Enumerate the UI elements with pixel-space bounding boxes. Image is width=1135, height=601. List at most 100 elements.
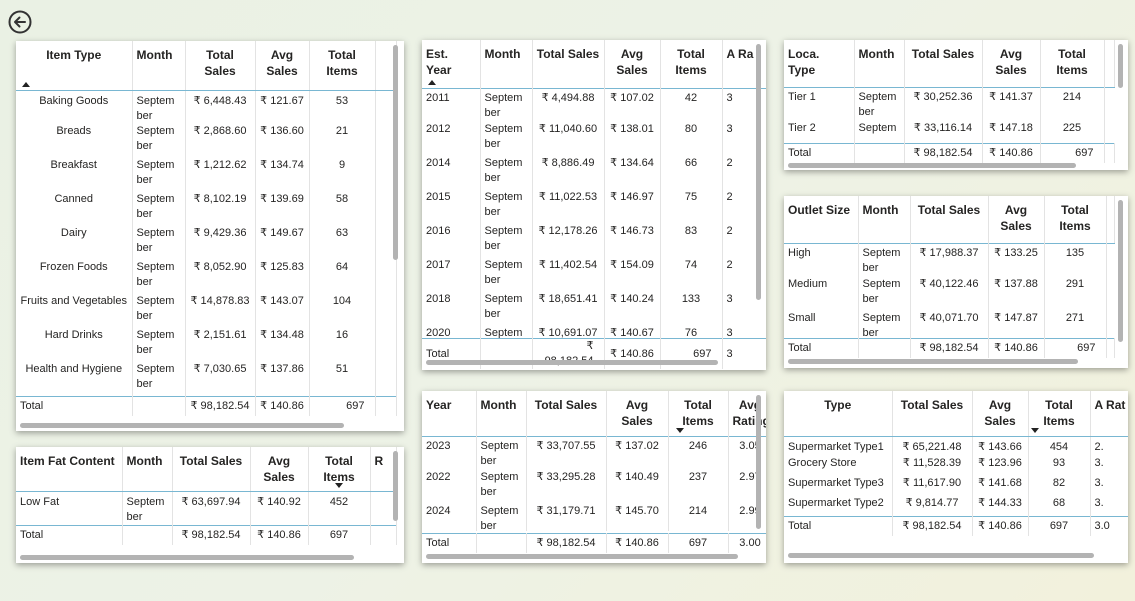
table-row[interactable]: Dairy Septem ber ₹ 9,429.36 ₹ 149.67 63 [16,226,397,260]
table-row[interactable]: 2016 Septem ber ₹ 12,178.26 ₹ 146.73 83 2 [422,224,762,258]
table-row[interactable]: 2012 Septem ber ₹ 11,040.60 ₹ 138.01 80 3 [422,122,762,156]
total-row[interactable]: Total ₹ 98,182.54 ₹ 140.86 697 [16,524,397,545]
col-header-total-items[interactable]: Total Items [1040,40,1105,88]
table-row[interactable]: Tier 2 Septem ₹ 33,116.14 ₹ 147.18 225 [784,121,1114,143]
table-row[interactable]: High Septem ber ₹ 17,988.37 ₹ 133.25 135 [784,243,1114,277]
table-row[interactable]: 2020 Septem ₹ 10,691.07 ₹ 140.67 76 3 [422,326,762,338]
col-header-total-items[interactable]: Total Items [668,391,729,437]
outlet-size-body-viewport[interactable]: High Septem ber ₹ 17,988.37 ₹ 133.25 135 Medi… [784,243,1114,338]
col-header-year[interactable]: Year [422,391,477,437]
table-row[interactable]: Medium Septem ber ₹ 40,122.46 ₹ 137.88 291 [784,277,1114,311]
table-row[interactable]: Supermarket Type3 ₹ 11,617.90 ₹ 141.68 82 3. [784,476,1128,496]
horizontal-scrollbar[interactable] [788,359,1078,364]
total-row[interactable]: Total ₹ 98,182.54 ₹ 140.86 697 [784,143,1115,163]
table-row[interactable]: Health and Hygiene Septem ber ₹ 7,030.65 ₹ … [16,362,397,396]
col-header-total-sales[interactable]: Total Sales [532,40,605,89]
table-row[interactable]: Baking Goods Septem ber ₹ 6,448.43 ₹ 121.67… [16,90,397,124]
total-row[interactable]: Total ₹ 98,182.54 ₹ 140.86 697 [16,395,397,416]
col-header-total-items[interactable]: Total Items [660,40,723,89]
table-row[interactable]: 2023 Septem ber ₹ 33,707.55 ₹ 137.02 246 3.05 [422,436,762,470]
table-row[interactable]: 2011 Septem ber ₹ 4,494.88 ₹ 107.02 42 3 [422,88,762,122]
col-header-est-year[interactable]: Est. Year [422,40,481,89]
col-header-avg-sales[interactable]: Avg Sales [988,196,1045,244]
table-row[interactable]: Hard Drinks Septem ber ₹ 2,151.61 ₹ 134.48 1… [16,328,397,362]
sort-ascending-icon[interactable] [428,79,436,85]
col-header-month[interactable]: Month [122,447,173,492]
table-row[interactable]: Small Septem ber ₹ 40,071.70 ₹ 147.87 271 [784,311,1114,338]
table-row[interactable]: Tier 1 Septem ber ₹ 30,252.36 ₹ 141.37 214 [784,87,1114,121]
table-row[interactable]: 2014 Septem ber ₹ 8,886.49 ₹ 134.64 66 2 [422,156,762,190]
table-row[interactable]: Supermarket Type1 ₹ 65,221.48 ₹ 143.66 454 2… [784,436,1128,456]
vertical-scrollbar[interactable] [756,44,761,300]
table-row[interactable]: 2018 Septem ber ₹ 18,651.41 ₹ 140.24 133 3 [422,292,762,326]
col-header-avg-rating[interactable]: A Rat [1090,391,1128,437]
year-body-viewport[interactable]: 2023 Septem ber ₹ 33,707.55 ₹ 137.02 246 3.05… [422,436,762,531]
horizontal-scrollbar[interactable] [20,423,344,428]
table-cell: 271 [1044,311,1107,338]
table-row[interactable]: 2015 Septem ber ₹ 11,022.53 ₹ 146.97 75 2 [422,190,762,224]
col-header-outlet-size[interactable]: Outlet Size [784,196,859,244]
est-year-body-viewport[interactable]: 2011 Septem ber ₹ 4,494.88 ₹ 107.02 42 3 2012 S… [422,88,762,338]
location-type-body-viewport[interactable]: Tier 1 Septem ber ₹ 30,252.36 ₹ 141.37 214 Ti… [784,87,1114,143]
col-header-avg-sales[interactable]: Avg Sales [606,391,669,437]
horizontal-scrollbar[interactable] [426,360,718,365]
col-header-total-sales[interactable]: Total Sales [526,391,607,437]
table-row[interactable]: Grocery Store ₹ 11,528.39 ₹ 123.96 93 3. [784,456,1128,476]
sort-ascending-icon[interactable] [22,81,30,87]
table-row[interactable]: Breads Septem ber ₹ 2,868.60 ₹ 136.60 21 [16,124,397,158]
table-row[interactable]: Canned Septem ber ₹ 8,102.19 ₹ 139.69 58 [16,192,397,226]
total-cell: ₹ 140.86 [988,338,1045,358]
col-header-avg-sales[interactable]: Avg Sales [604,40,661,89]
table-cell: ₹ 6,448.43 [185,90,256,124]
vertical-scrollbar[interactable] [393,45,398,260]
horizontal-scrollbar[interactable] [426,554,738,559]
vertical-scrollbar[interactable] [1118,44,1123,88]
col-header-total-sales[interactable]: Total Sales [892,391,973,437]
sort-descending-icon[interactable] [676,427,685,433]
horizontal-scrollbar[interactable] [788,163,1076,168]
col-header-total-items[interactable]: Total Items [1044,196,1107,244]
col-header-total-sales[interactable]: Total Sales [172,447,251,492]
horizontal-scrollbar[interactable] [20,555,354,560]
col-header-month[interactable]: Month [476,391,527,437]
table-cell: Low Fat [16,491,123,525]
col-header-month[interactable]: Month [480,40,533,89]
back-arrow-icon[interactable] [8,10,32,34]
sort-descending-icon[interactable] [335,482,343,488]
col-header-type[interactable]: Type [784,391,893,437]
table-row[interactable]: 2022 Septem ber ₹ 33,295.28 ₹ 140.49 237 2.97 [422,470,762,504]
table-row[interactable]: Low Fat Septem ber ₹ 63,697.94 ₹ 140.92 452 [16,491,397,525]
table-row[interactable]: Frozen Foods Septem ber ₹ 8,052.90 ₹ 125.83… [16,260,397,294]
total-row[interactable]: Total ₹ 98,182.54 ₹ 140.86 697 3.0 [784,515,1128,536]
vertical-scrollbar[interactable] [1118,200,1123,342]
total-row[interactable]: Total ₹ 98,182.54 ₹ 140.86 697 [784,338,1115,358]
horizontal-scrollbar[interactable] [788,553,1094,558]
sort-descending-icon[interactable] [1030,427,1039,433]
table-row[interactable]: 2017 Septem ber ₹ 11,402.54 ₹ 154.09 74 2 [422,258,762,292]
outlet-size-table-card: Outlet Size Month Total Sales Avg Sales … [784,196,1128,368]
table-row[interactable]: Supermarket Type2 ₹ 9,814.77 ₹ 144.33 68 3. [784,496,1128,516]
total-row[interactable]: Total ₹ 98,182.54 ₹ 140.86 697 3.00 [422,533,766,553]
col-header-total-items[interactable]: Total Items [1028,391,1091,437]
col-header-avg-sales[interactable]: Avg Sales [250,447,309,492]
col-header-total-items[interactable]: Total Items [308,447,371,492]
col-header-location-type[interactable]: Loca. Type [784,40,855,88]
table-row[interactable]: 2024 Septem ber ₹ 31,179.71 ₹ 145.70 214 2.99 [422,504,762,531]
col-header-item-type[interactable]: Item Type [16,41,133,91]
table-row[interactable]: Fruits and Vegetables Septem ber ₹ 14,878.… [16,294,397,328]
col-header-month[interactable]: Month [858,196,911,244]
col-header-total-sales[interactable]: Total Sales [185,41,256,91]
col-header-total-sales[interactable]: Total Sales [910,196,989,244]
col-header-month[interactable]: Month [132,41,186,91]
vertical-scrollbar[interactable] [393,451,398,521]
table-row[interactable]: Breakfast Septem ber ₹ 1,212.62 ₹ 134.74 9 [16,158,397,192]
col-header-fat-content[interactable]: Item Fat Content [16,447,123,492]
col-header-avg-sales[interactable]: Avg Sales [972,391,1029,437]
col-header-avg-sales[interactable]: Avg Sales [982,40,1041,88]
table-cell: ₹ 133.25 [988,243,1045,277]
col-header-avg-sales[interactable]: Avg Sales [255,41,310,91]
col-header-total-sales[interactable]: Total Sales [904,40,983,88]
vertical-scrollbar[interactable] [756,395,761,529]
col-header-month[interactable]: Month [854,40,905,88]
col-header-total-items[interactable]: Total Items [309,41,376,91]
